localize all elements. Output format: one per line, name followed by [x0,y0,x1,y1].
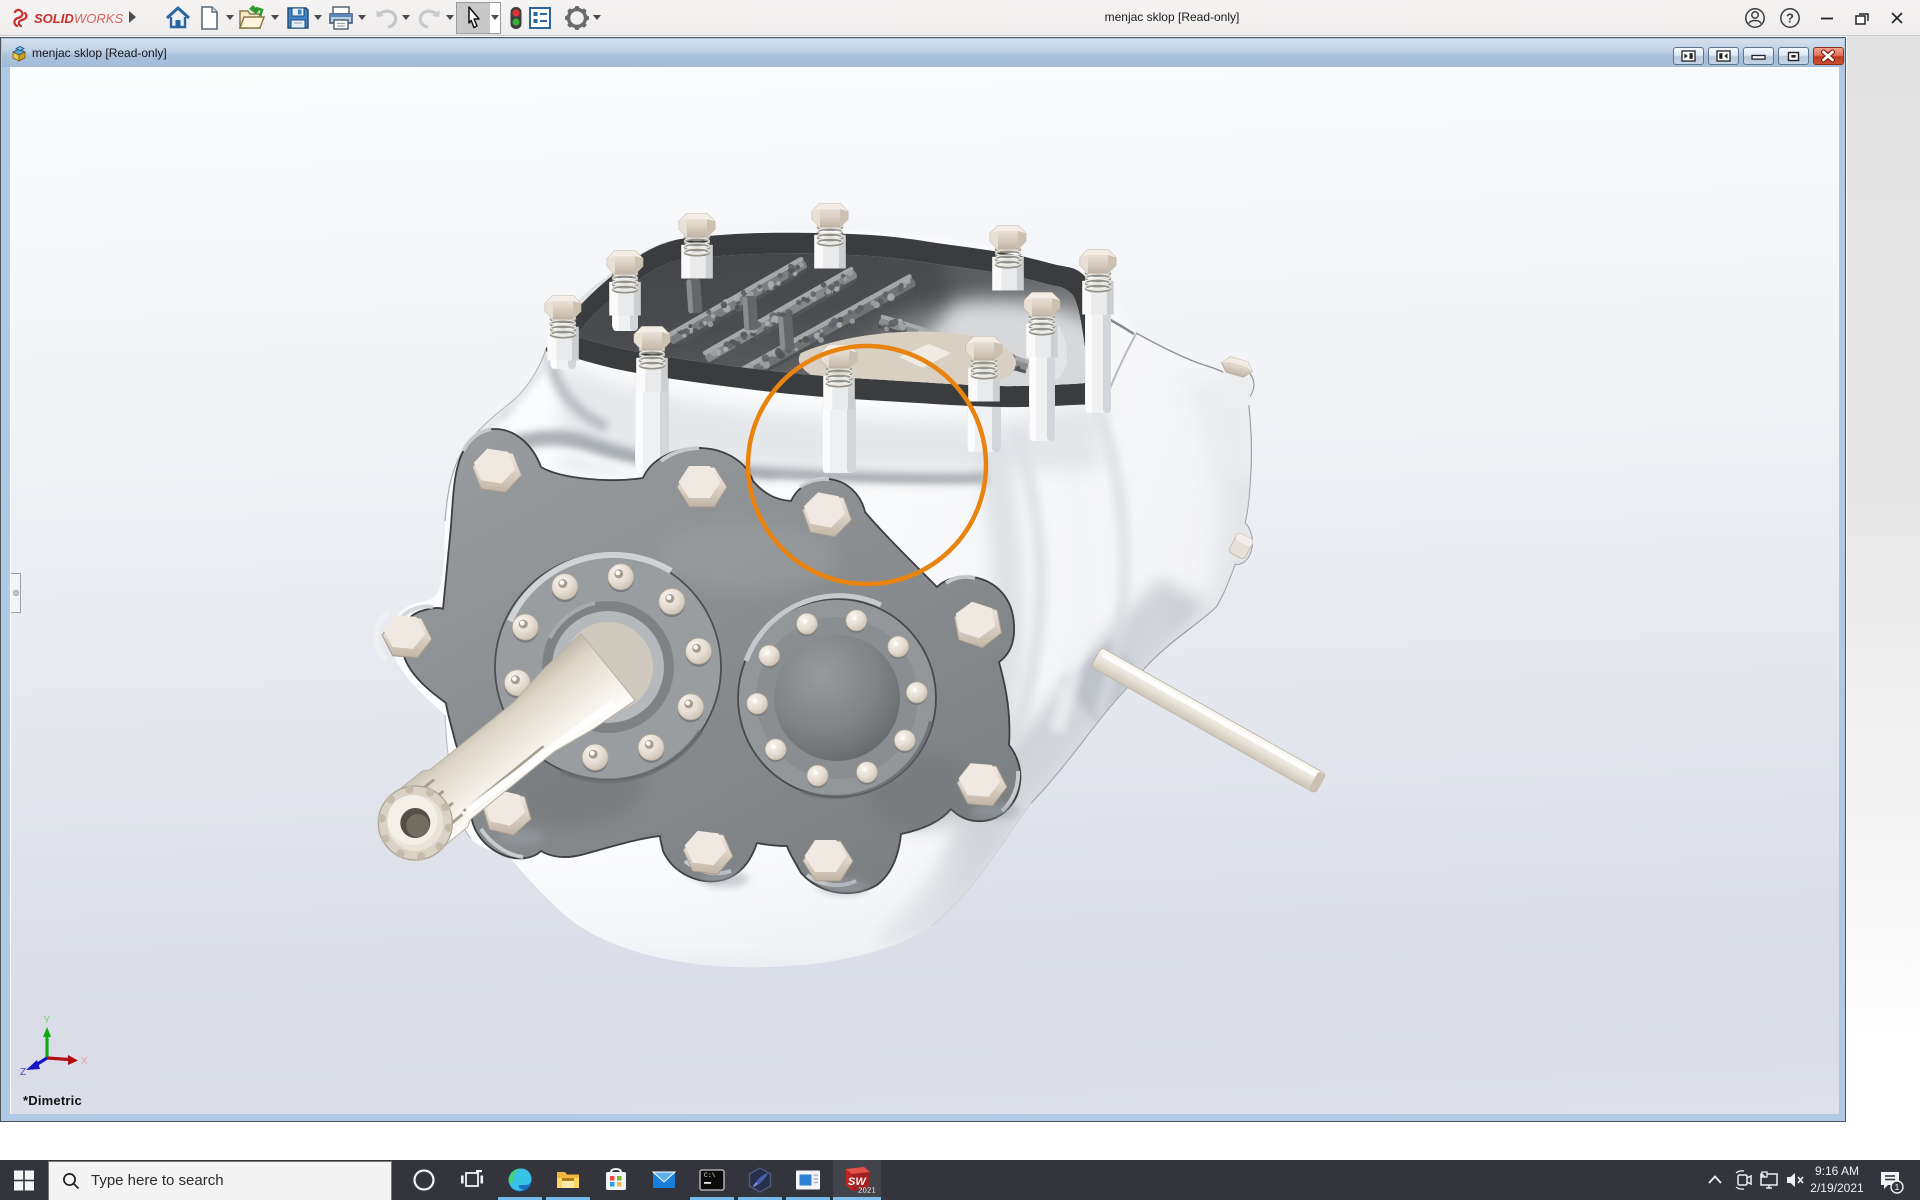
svg-text:?: ? [1786,11,1794,26]
svg-text:Z: Z [20,1067,26,1078]
svg-text:C:\: C:\ [704,1172,716,1179]
svg-text:Y: Y [44,1015,51,1026]
svg-text:SOLID: SOLID [34,11,74,26]
svg-text:X: X [81,1056,88,1067]
svg-text:WORKS: WORKS [74,11,123,26]
svg-text:1: 1 [1895,1182,1900,1192]
